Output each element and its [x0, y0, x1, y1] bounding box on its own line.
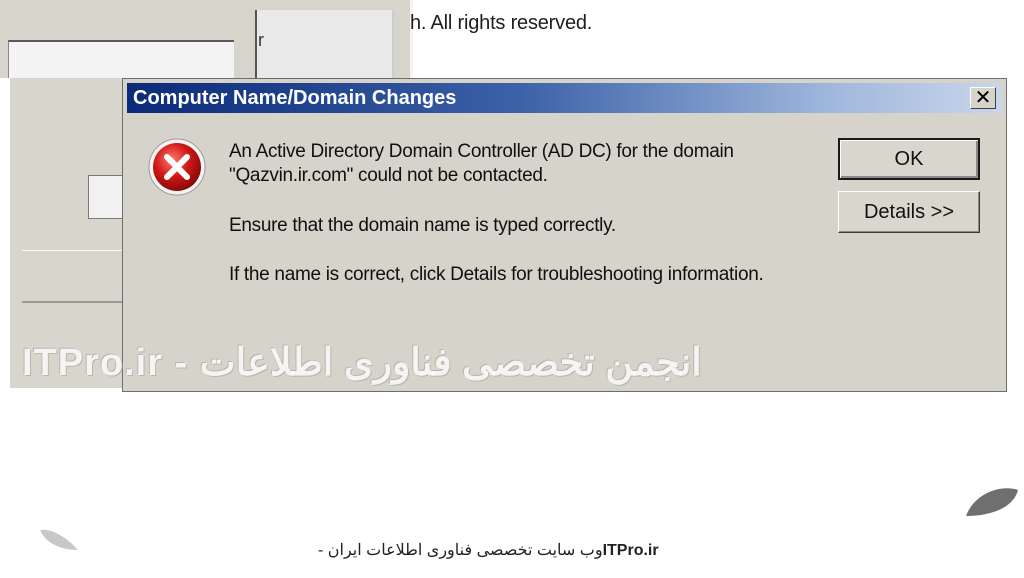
background-panel-text: r [258, 30, 264, 50]
background-panel [255, 10, 394, 78]
background-field [8, 40, 234, 78]
leaf-shape-icon [966, 488, 1018, 516]
close-icon: ✕ [974, 87, 992, 109]
background-button [88, 175, 125, 219]
message-line-3: Ensure that the domain name is typed cor… [229, 215, 616, 236]
message-line-1: An Active Directory Domain Controller (A… [229, 141, 734, 162]
dialog-titlebar[interactable]: Computer Name/Domain Changes ✕ [127, 83, 1002, 113]
close-button[interactable]: ✕ [970, 87, 996, 109]
footer-text-part: - وب سایت تخصصی فناوری اطلاعات ایران [318, 542, 603, 559]
leaf-shape-icon [40, 529, 78, 550]
message-line-2: "Qazvin.ir.com" could not be contacted. [229, 165, 548, 186]
details-button[interactable]: Details >> [838, 191, 980, 233]
dialog-title: Computer Name/Domain Changes [133, 87, 457, 109]
footer-text: - وب سایت تخصصی فناوری اطلاعات ایرانITPr… [318, 540, 659, 560]
ok-button[interactable]: OK [838, 138, 980, 180]
error-icon [147, 137, 207, 197]
watermark-text: ITPro.ir - انجمن تخصصی فناوری اطلاعات [22, 342, 702, 384]
message-line-4: If the name is correct, click Details fo… [229, 264, 764, 285]
footer-brand: ITPro.ir [602, 542, 659, 559]
background-divider [22, 250, 122, 303]
copyright-text: h. All rights reserved. [410, 12, 593, 34]
